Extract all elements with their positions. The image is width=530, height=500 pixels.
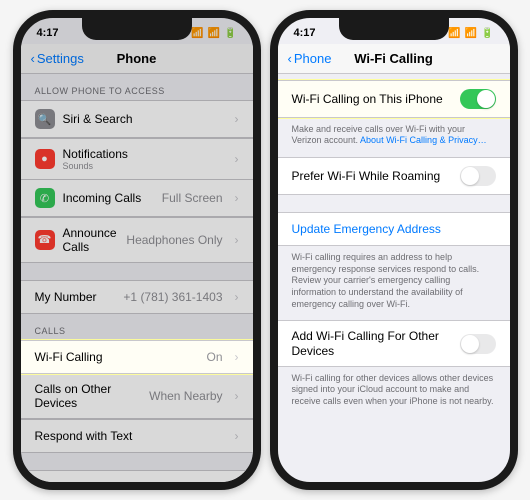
battery-icon: 🔋: [224, 28, 236, 39]
cell-sublabel: Sounds: [63, 161, 223, 171]
chevron-right-icon: ›: [235, 233, 239, 247]
section-header-calls: CALLS: [21, 314, 253, 340]
cell-label: Calls on Other Devices: [35, 382, 142, 410]
row-prefer-wifi-roaming[interactable]: Prefer Wi-Fi While Roaming: [278, 157, 510, 195]
cell-label: Add Wi-Fi Calling For Other Devices: [292, 329, 452, 358]
cell-value: Full Screen: [162, 191, 223, 205]
cell-label: Siri & Search: [63, 112, 223, 126]
chevron-right-icon: ›: [235, 389, 239, 403]
status-time: 4:17: [37, 27, 59, 39]
phone-right: 4:17 📶 📶 🔋 ‹ Phone Wi-Fi Calling Wi-Fi C…: [270, 10, 518, 490]
status-indicators: 📶 📶 🔋: [448, 28, 493, 39]
footer-text-3: Wi-Fi calling for other devices allows o…: [278, 367, 510, 418]
phone-left: 4:17 📶 📶 🔋 ‹ Settings Phone ALLOW PHONE …: [13, 10, 261, 490]
cell-label: Wi-Fi Calling: [35, 350, 199, 364]
siri-icon: 🔍: [35, 109, 55, 129]
announce-calls-icon: ☎: [35, 230, 55, 250]
toggle-prefer-roaming[interactable]: [460, 166, 496, 186]
row-respond-with-text[interactable]: Respond with Text ›: [21, 419, 253, 453]
cell-label: Prefer Wi-Fi While Roaming: [292, 169, 452, 183]
cell-label: Update Emergency Address: [292, 222, 496, 236]
battery-icon: 🔋: [481, 28, 493, 39]
row-incoming-calls[interactable]: ✆ Incoming Calls Full Screen ›: [21, 179, 253, 217]
cell-value: +1 (781) 361-1403: [123, 290, 222, 304]
cell-label: My Number: [35, 290, 116, 304]
row-announce-calls[interactable]: ☎ Announce Calls Headphones Only ›: [21, 217, 253, 263]
chevron-right-icon: ›: [235, 350, 239, 364]
page-title: Phone: [21, 51, 253, 66]
row-calls-other-devices[interactable]: Calls on Other Devices When Nearby ›: [21, 373, 253, 419]
nav-bar: ‹ Phone Wi-Fi Calling: [278, 44, 510, 74]
cell-value: When Nearby: [149, 389, 222, 403]
chevron-right-icon: ›: [235, 152, 239, 166]
cell-label: Silence Unknown Callers: [35, 480, 199, 482]
cell-label: Announce Calls: [63, 226, 119, 254]
notch: [339, 18, 449, 40]
row-my-number[interactable]: My Number +1 (781) 361-1403 ›: [21, 280, 253, 314]
signal-icon: 📶: [448, 28, 460, 39]
link-about-wifi-calling-privacy[interactable]: About Wi-Fi Calling & Privacy…: [360, 135, 487, 145]
chevron-right-icon: ›: [235, 112, 239, 126]
cell-label: Notifications: [63, 147, 223, 161]
incoming-calls-icon: ✆: [35, 188, 55, 208]
nav-bar: ‹ Settings Phone: [21, 44, 253, 74]
notifications-icon: ●: [35, 149, 55, 169]
cell-label: Respond with Text: [35, 429, 223, 443]
toggle-add-other-devices[interactable]: [460, 334, 496, 354]
chevron-right-icon: ›: [235, 480, 239, 482]
cell-value: Headphones Only: [126, 233, 222, 247]
chevron-right-icon: ›: [235, 191, 239, 205]
chevron-right-icon: ›: [235, 290, 239, 304]
status-indicators: 📶 📶 🔋: [191, 28, 236, 39]
footer-text-2: Wi-Fi calling requires an address to hel…: [278, 246, 510, 320]
row-update-emergency[interactable]: Update Emergency Address: [278, 212, 510, 246]
page-title: Wi-Fi Calling: [278, 51, 510, 66]
cell-value: Off: [207, 480, 223, 482]
row-add-wifi-calling-other[interactable]: Add Wi-Fi Calling For Other Devices: [278, 320, 510, 367]
chevron-right-icon: ›: [235, 429, 239, 443]
signal-icon: 📶: [191, 28, 203, 39]
row-wifi-calling[interactable]: Wi-Fi Calling On ›: [21, 340, 253, 374]
cell-label: Incoming Calls: [63, 191, 154, 205]
wifi-icon: 📶: [465, 28, 477, 39]
section-header-allow: ALLOW PHONE TO ACCESS: [21, 74, 253, 100]
notch: [82, 18, 192, 40]
content-scroll[interactable]: Wi-Fi Calling on This iPhone Make and re…: [278, 74, 510, 482]
footer-text-1: Make and receive calls over Wi-Fi with y…: [278, 118, 510, 157]
cell-value: On: [206, 350, 222, 364]
row-silence-unknown[interactable]: Silence Unknown Callers Off ›: [21, 470, 253, 482]
wifi-icon: 📶: [208, 28, 220, 39]
content-scroll[interactable]: ALLOW PHONE TO ACCESS 🔍 Siri & Search › …: [21, 74, 253, 482]
row-siri-search[interactable]: 🔍 Siri & Search ›: [21, 100, 253, 138]
status-time: 4:17: [294, 27, 316, 39]
row-wifi-calling-toggle[interactable]: Wi-Fi Calling on This iPhone: [278, 80, 510, 118]
row-notifications[interactable]: ● Notifications Sounds ›: [21, 138, 253, 180]
cell-label: Wi-Fi Calling on This iPhone: [292, 92, 452, 106]
toggle-wifi-calling[interactable]: [460, 89, 496, 109]
